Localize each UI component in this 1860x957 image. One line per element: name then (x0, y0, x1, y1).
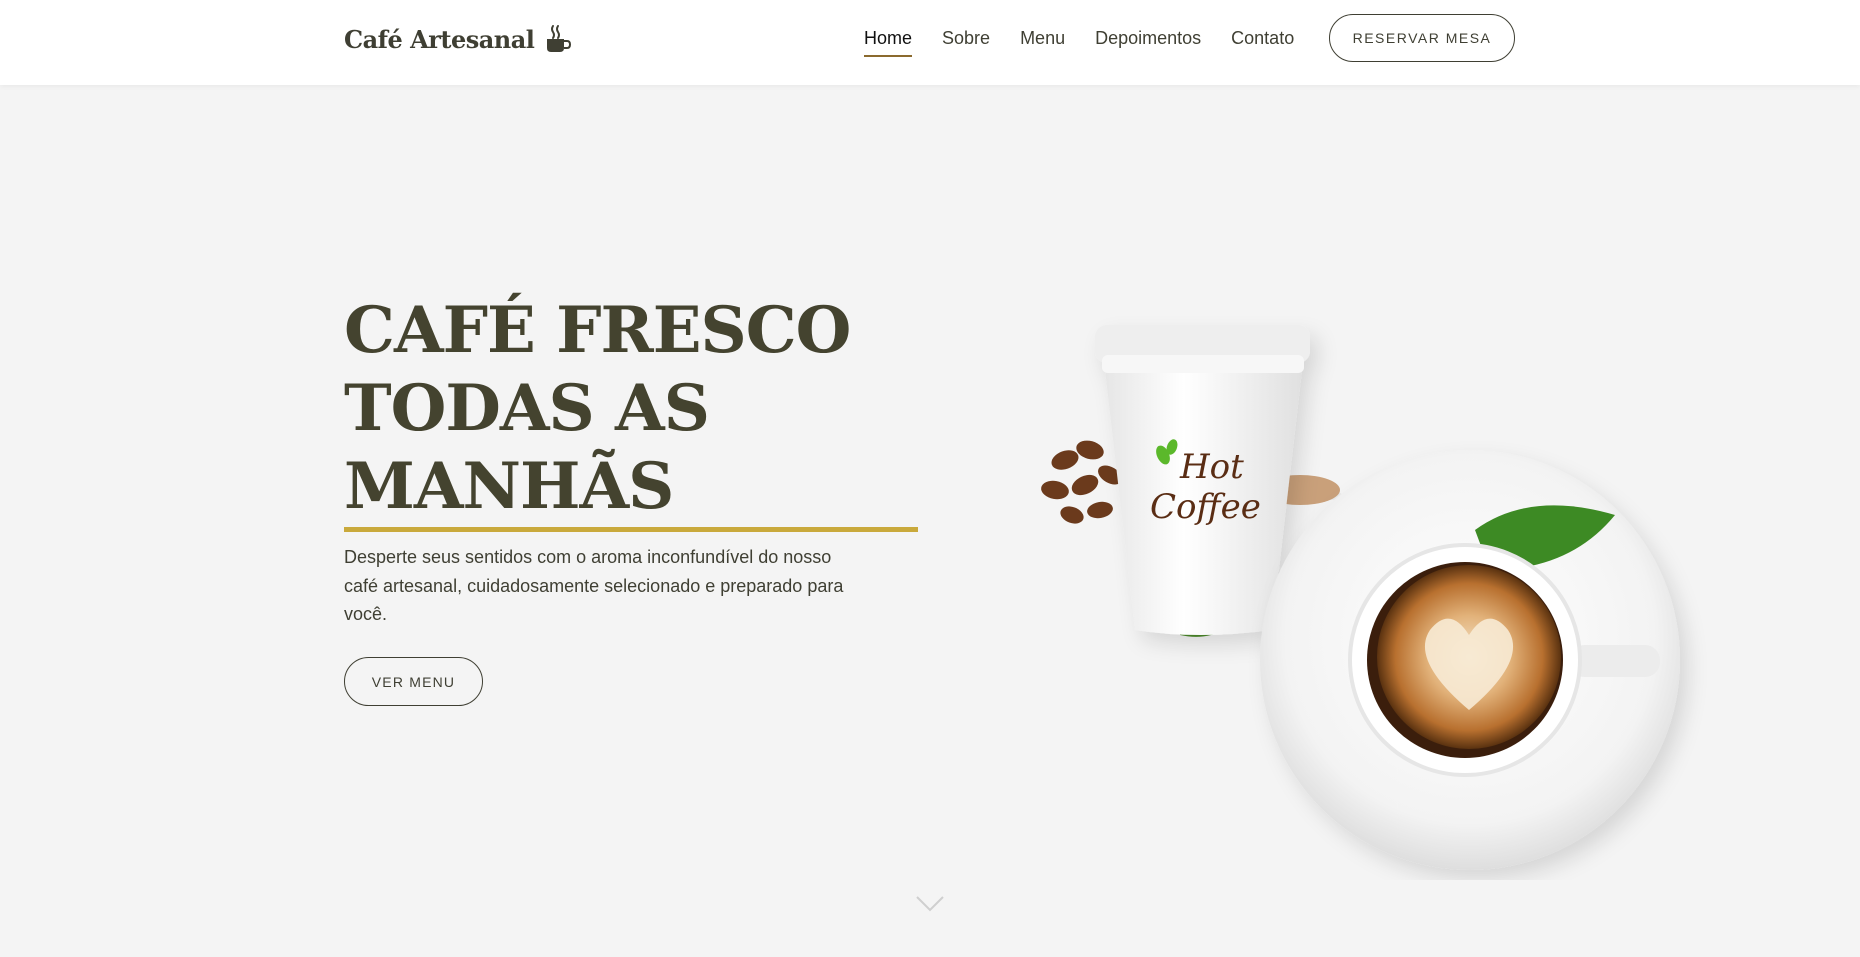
hero-divider (344, 527, 918, 532)
main-nav: Home Sobre Menu Depoimentos Contato (864, 28, 1324, 57)
brand-logo[interactable]: Café Artesanal (344, 24, 572, 54)
brand-name: Café Artesanal (344, 24, 535, 54)
top-navbar: Café Artesanal Home Sobre Menu Depoiment… (0, 0, 1860, 85)
reserve-table-button[interactable]: RESERVAR MESA (1329, 14, 1515, 62)
hero-description: Desperte seus sentidos com o aroma incon… (344, 547, 844, 624)
hero-title-line: CAFÉ FRESCO (344, 293, 851, 368)
nav-item-menu[interactable]: Menu (1020, 28, 1065, 57)
coffee-cup-icon (544, 24, 572, 54)
nav-item-home[interactable]: Home (864, 28, 913, 57)
nav-item-sobre[interactable]: Sobre (942, 28, 990, 57)
svg-text:Hot: Hot (1179, 447, 1244, 487)
svg-text:Coffee: Coffee (1150, 487, 1261, 527)
chevron-down-icon[interactable] (915, 894, 945, 914)
hero-title-line: MANHÃS (344, 449, 674, 524)
hero-coffee-image: Hot Coffee (1041, 325, 1680, 870)
nav-item-contato[interactable]: Contato (1231, 28, 1294, 57)
hero-title: CAFÉ FRESCO TODAS AS MANHÃS (344, 292, 904, 526)
nav-item-depoimentos[interactable]: Depoimentos (1095, 28, 1201, 57)
coffee-beans (1041, 440, 1122, 524)
view-menu-button[interactable]: VER MENU (344, 657, 483, 706)
hero-title-line: TODAS AS (344, 371, 710, 446)
